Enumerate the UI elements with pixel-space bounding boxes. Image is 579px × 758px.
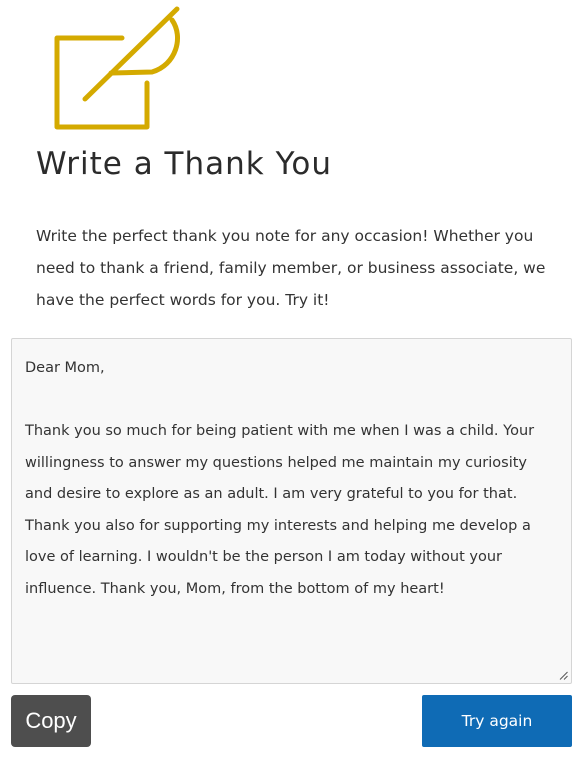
copy-button[interactable]: Copy xyxy=(11,695,91,747)
note-greeting: Dear Mom, xyxy=(25,360,105,376)
thank-you-note-textarea[interactable]: Dear Mom, Thank you so much for being pa… xyxy=(11,338,572,684)
pen-square-icon xyxy=(50,5,185,133)
resize-handle-icon[interactable] xyxy=(559,671,568,680)
intro-text: Write the perfect thank you note for any… xyxy=(36,227,546,309)
page-title: Write a Thank You xyxy=(36,146,333,182)
note-body: Thank you so much for being patient with… xyxy=(25,423,535,597)
try-again-button[interactable]: Try again xyxy=(422,695,572,747)
